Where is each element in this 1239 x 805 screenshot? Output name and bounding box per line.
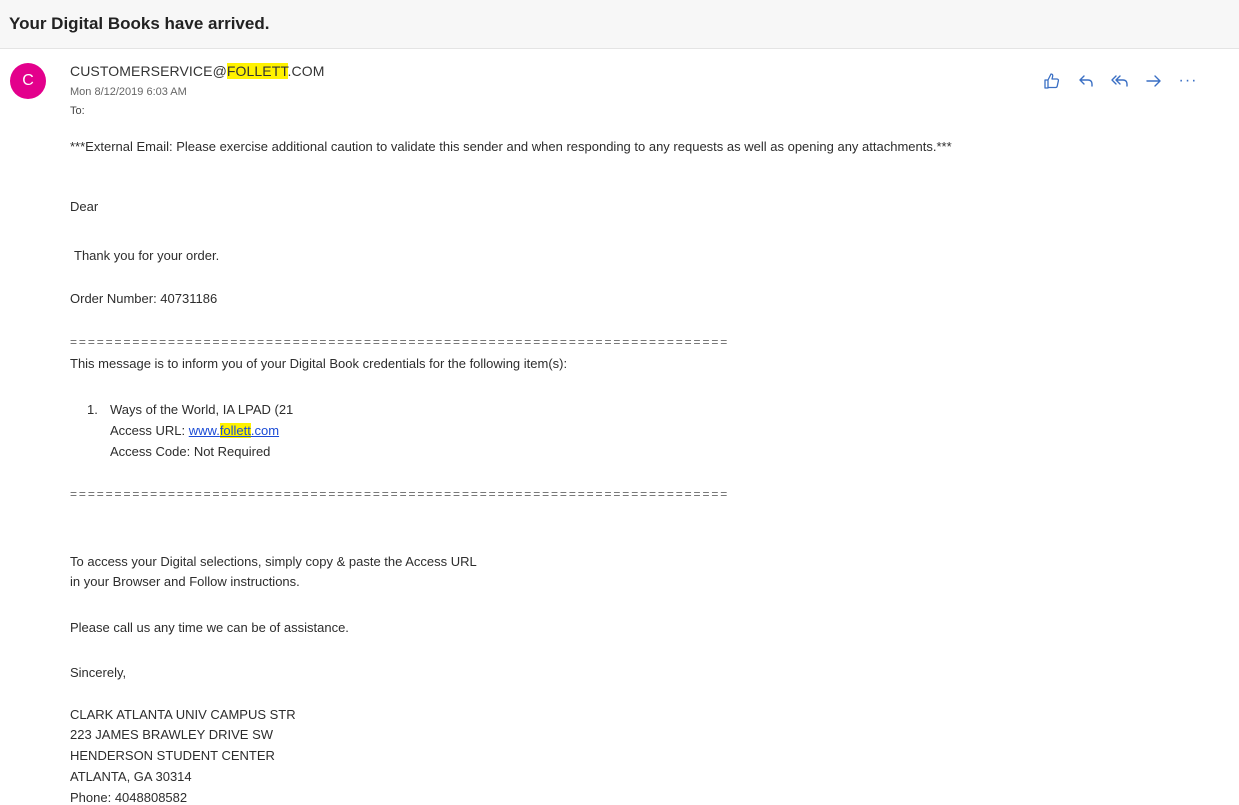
more-button[interactable]: ··· [1176,70,1200,92]
separator-bottom: ========================================… [70,487,730,501]
url-prefix: www. [188,423,220,438]
list-item: 1. Ways of the World, IA LPAD (21 Access… [70,402,670,464]
external-warning: ***External Email: Please exercise addit… [70,139,952,154]
address-line: ATLANTA, GA 30314 [70,769,192,784]
like-button[interactable] [1040,70,1064,92]
separator-top: ========================================… [70,335,730,349]
reply-icon [1079,75,1093,87]
forward-button[interactable] [1142,70,1166,92]
order-number: Order Number: 40731186 [70,291,218,306]
address-line: HENDERSON STUDENT CENTER [70,748,275,763]
address-line: 223 JAMES BRAWLEY DRIVE SW [70,727,274,742]
access-url-line: Access URL: www.follett.com [110,423,279,438]
sender-suffix: .COM [287,63,325,79]
access-url-label: Access URL: [110,423,189,438]
url-highlight: follett [219,423,251,438]
more-icon: ··· [1178,72,1198,89]
reply-all-icon [1111,75,1128,87]
email-date: Mon 8/12/2019 6:03 AM [70,86,187,98]
closing: Sincerely, [70,665,127,680]
reply-button[interactable] [1074,70,1098,92]
item-number: 1. [87,402,98,417]
thanks-line: Thank you for your order. [74,248,220,263]
forward-icon [1146,75,1161,87]
item-title: Ways of the World, IA LPAD (21 [110,402,294,417]
greeting: Dear [70,199,99,214]
access-url-link[interactable]: www.follett.com [189,423,279,438]
url-suffix: .com [250,423,280,438]
subject-bar: Your Digital Books have arrived. [0,0,1239,49]
sender-highlight: FOLLETT [226,63,288,79]
address-line: Phone: 4048808582 [70,790,188,805]
assist-line: Please call us any time we can be of ass… [70,620,349,635]
reply-all-button[interactable] [1108,70,1132,92]
thumbs-up-icon [1044,73,1060,89]
instructions-line-1: To access your Digital selections, simpl… [70,554,477,569]
address-line: CLARK ATLANTA UNIV CAMPUS STR [70,707,296,722]
to-label: To: [70,105,85,117]
email-subject: Your Digital Books have arrived. [9,14,270,33]
instructions-line-2: in your Browser and Follow instructions. [70,574,300,589]
email-actions: ··· [1040,70,1200,92]
sender-avatar[interactable]: C [10,63,46,99]
intro-line: This message is to inform you of your Di… [70,356,568,371]
sender-address[interactable]: CUSTOMERSERVICE@FOLLETT.COM [70,63,324,79]
sender-prefix: CUSTOMERSERVICE@ [70,63,227,79]
access-code: Access Code: Not Required [110,444,271,459]
